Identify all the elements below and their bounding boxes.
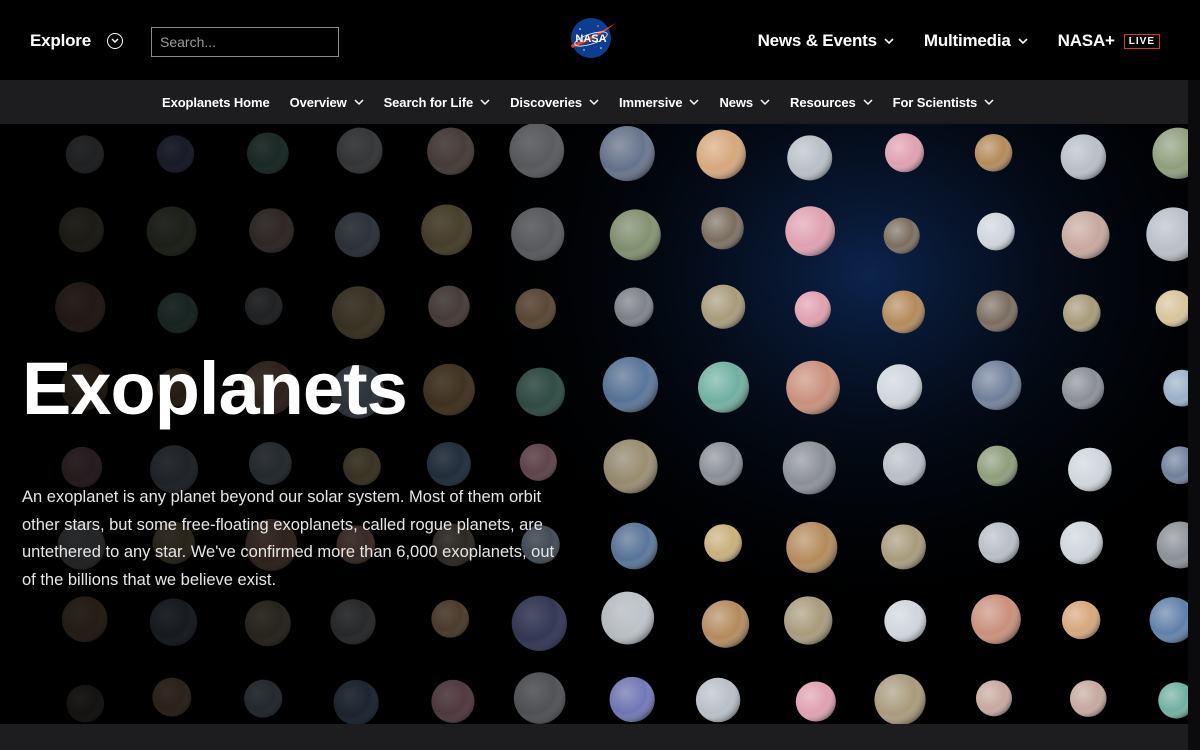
planet-shading [882,290,925,334]
planet-shading [787,135,833,181]
planet-shading [1062,294,1101,332]
planet-shading [1060,134,1107,180]
subnav-resources[interactable]: Resources [790,95,873,110]
search-input[interactable] [151,27,339,57]
planet-shading [977,445,1018,487]
planet-shading [701,206,744,250]
page-title: Exoplanets [22,347,408,430]
planet-shading [882,442,926,486]
chevron-down-icon [760,99,770,106]
planet-shading [704,524,742,562]
planet-shading [782,441,836,495]
subnav-news[interactable]: News [719,95,770,110]
planet-shading [1061,211,1110,259]
subnav-exoplanets-home[interactable]: Exoplanets Home [162,95,270,110]
planet-shading [784,596,833,645]
planet-shading [701,284,746,329]
chevron-down-icon [354,99,364,106]
chevron-down-icon [884,38,894,45]
planet-shading [698,361,750,413]
logo-text: NASA [575,33,606,45]
planet-shading [1068,447,1112,492]
subnav-item-label: Search for Life [383,94,474,110]
planet-shading [701,600,750,648]
planet-shading [978,522,1020,564]
subnav-search-for-life[interactable]: Search for Life [384,95,491,110]
planet-shading [1060,521,1103,565]
nav-nasa-plus-label: NASA+ [1057,31,1115,50]
planet-shading [785,206,836,257]
chevron-down-icon [1018,38,1028,45]
planet-shading [786,521,838,573]
subnav-immersive[interactable]: Immersive [619,95,699,110]
planet-shading [976,212,1015,251]
subnav-for-scientists[interactable]: For Scientists [893,95,995,110]
exoplanets-subnav: Exoplanets Home Overview Search for Life… [0,80,1188,124]
nav-nasa-plus[interactable]: NASA+ LIVE [1058,31,1160,51]
planet-shading [695,677,741,723]
subnav-discoveries[interactable]: Discoveries [510,95,599,110]
nav-multimedia[interactable]: Multimedia [924,31,1028,51]
planet-shading [884,599,927,642]
planet-shading [696,129,746,180]
top-header: Explore NASA News & Events Multimedia NA… [0,0,1200,80]
explore-menu-button[interactable]: Explore [30,31,123,51]
planet-shading [1061,367,1105,410]
chevron-down-icon [863,99,873,106]
subnav-item-label: Discoveries [510,94,583,110]
nasa-logo[interactable]: NASA [566,15,618,61]
planet-shading [874,674,926,724]
explore-label: Explore [30,31,91,50]
chevron-down-icon [589,99,599,106]
live-badge: LIVE [1123,33,1160,49]
planet-shading [976,290,1018,332]
nasa-meatball-icon: NASA [571,18,616,58]
chevron-down-circle-icon [106,33,123,49]
nav-news-events[interactable]: News & Events [758,31,894,51]
planet-shading [881,524,926,570]
planet-shading [971,594,1021,644]
subnav-item-label: Immersive [619,94,683,110]
subnav-item-label: For Scientists [892,94,978,110]
subnav-item-label: Exoplanets Home [162,94,270,110]
planet-shading [794,291,831,328]
subnav-item-label: Overview [289,94,347,110]
hero-section: Exoplanets An exoplanet is any planet be… [0,124,1188,724]
hero-description: An exoplanet is any planet beyond our so… [22,488,555,589]
planet-shading [795,681,836,722]
planet-shading [974,134,1013,172]
chevron-down-icon [689,99,699,106]
planet-shading [1061,600,1101,640]
nav-multimedia-label: Multimedia [923,31,1011,50]
chevron-down-icon [984,99,994,106]
planet-shading [699,441,743,486]
chevron-down-icon [480,99,490,106]
planet-shading [1069,680,1107,717]
main-nav: News & Events Multimedia NASA+ LIVE [758,31,1160,51]
planet-shading [975,680,1012,717]
planet-shading [883,217,920,254]
planet-shading [786,360,840,415]
nav-news-events-label: News & Events [757,31,877,50]
hero-bottom-bar [0,724,1188,750]
subnav-item-label: News [719,94,754,110]
planet-shading [884,133,925,173]
subnav-item-label: Resources [790,94,856,110]
planet-shading [876,364,923,410]
page-scrollbar[interactable] [1188,80,1200,750]
subnav-overview[interactable]: Overview [290,95,364,110]
planet-shading [971,360,1022,411]
